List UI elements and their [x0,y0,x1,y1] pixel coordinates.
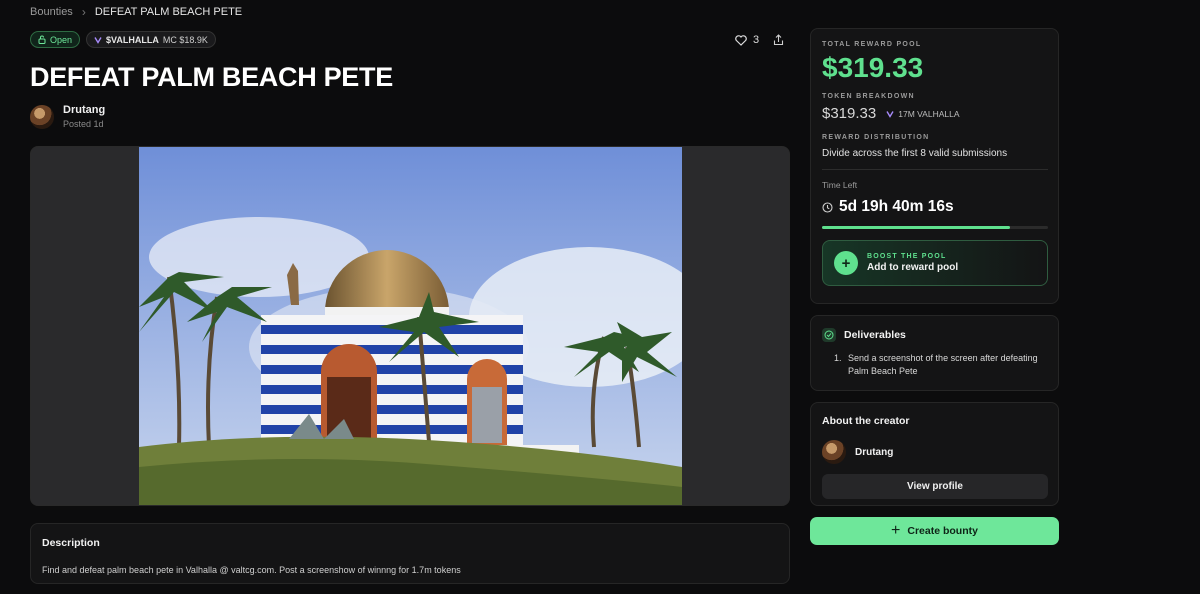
status-badge: Open [30,31,81,48]
posted-time: Posted 1d [63,119,104,129]
share-button[interactable] [773,33,784,51]
breadcrumb: Bounties › DEFEAT PALM BEACH PETE [30,5,242,19]
chevron-right-icon: › [81,5,86,19]
heart-icon [735,34,747,46]
author-name: Drutang [63,104,106,116]
creator-panel: About the creator Drutang View profile [810,402,1059,506]
divider [822,169,1048,170]
boost-pool-button[interactable]: + BOOST THE POOL Add to reward pool [822,240,1048,286]
boost-action: Add to reward pool [867,262,959,273]
token-symbol: $VALHALLA [106,34,159,45]
token-icon [886,110,894,118]
description-card: Description Find and defeat palm beach p… [30,523,790,584]
deliverable-item: Send a screenshot of the screen after de… [844,352,1047,378]
time-progress-fill [822,226,1010,229]
token-badge[interactable]: $VALHALLA MC $18.9K [86,31,216,48]
time-progress-bar [822,226,1048,229]
token-breakdown-usd: $319.33 [822,105,877,122]
bounty-author[interactable]: Drutang Posted 1d [30,104,105,129]
bounty-image-card [30,146,790,506]
time-left-value: 5d 19h 40m 16s [839,198,954,215]
create-bounty-button[interactable]: + Create bounty [810,517,1059,545]
reward-pool-value: $319.33 [822,52,924,83]
plus-icon: + [891,522,901,539]
bounty-badges: Open $VALHALLA MC $18.9K [30,31,216,48]
avatar [822,440,846,464]
clock-icon [822,201,833,213]
reward-pool-panel: TOTAL REWARD POOL $319.33 TOKEN BREAKDOW… [810,28,1059,304]
breadcrumb-current: DEFEAT PALM BEACH PETE [94,6,243,18]
token-icon [94,36,102,44]
deliverables-list: Send a screenshot of the screen after de… [822,352,1047,378]
market-cap: MC $18.9K [162,34,208,45]
description-heading: Description [42,537,100,549]
time-left-label: Time Left [822,180,858,190]
countdown-timer: 5d 19h 40m 16s [822,198,1047,216]
status-label: Open [50,34,73,45]
like-count: 3 [753,34,760,46]
description-text: Find and defeat palm beach pete in Valha… [42,565,461,575]
creator-heading: About the creator [822,415,910,427]
creator-name: Drutang [855,446,894,458]
reward-pool-label: TOTAL REWARD POOL [822,41,922,48]
token-breakdown-label: TOKEN BREAKDOWN [822,93,915,100]
token-breakdown-amount: 17M VALHALLA [886,108,960,119]
page-title: DEFEAT PALM BEACH PETE [30,62,393,92]
like-button[interactable]: 3 [735,34,759,46]
check-circle-icon [822,328,836,342]
view-profile-button[interactable]: View profile [822,474,1048,499]
reward-distribution-text: Divide across the first 8 valid submissi… [822,148,1008,159]
bounty-image [139,147,682,505]
reward-distribution-label: REWARD DISTRIBUTION [822,134,930,141]
deliverables-panel: Deliverables Send a screenshot of the sc… [810,315,1059,391]
boost-label: BOOST THE POOL [867,253,947,260]
breadcrumb-bounties-link[interactable]: Bounties [30,6,73,18]
share-icon [773,34,784,46]
plus-icon: + [834,251,858,275]
lock-open-icon [38,35,46,44]
deliverables-heading: Deliverables [844,329,906,341]
avatar [30,104,54,129]
create-bounty-label: Create bounty [907,525,978,537]
token-amount-label: 17M VALHALLA [898,108,960,119]
